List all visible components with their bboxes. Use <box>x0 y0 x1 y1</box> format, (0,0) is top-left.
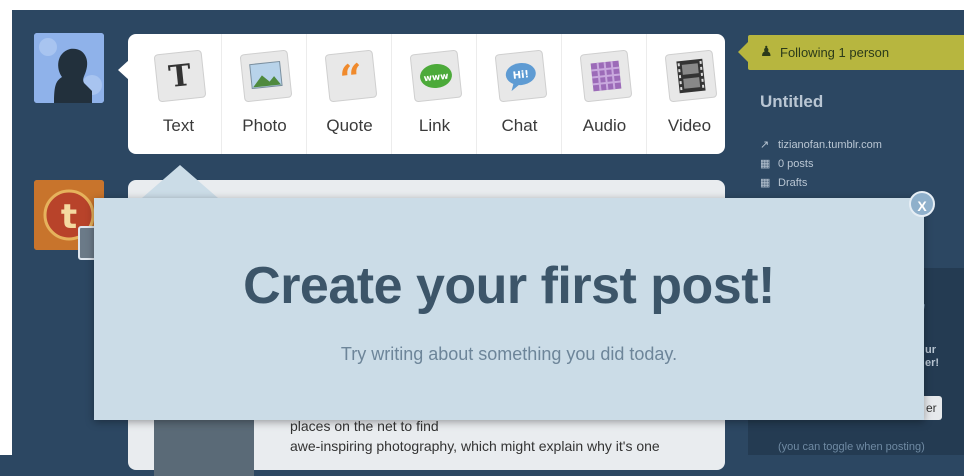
callout-headline: Create your first post! <box>243 257 775 315</box>
post-type-audio[interactable]: Audio <box>561 34 647 154</box>
left-frame <box>0 0 12 455</box>
document-icon: ▦ <box>760 158 771 170</box>
post-type-label: Quote <box>326 116 373 135</box>
chat-icon: Hi! <box>494 49 548 103</box>
post-type-bar: T Text Photo “ Quote www Link Hi! Chat A… <box>128 34 725 154</box>
post-type-photo[interactable]: Photo <box>221 34 307 154</box>
post-type-chat[interactable]: Hi! Chat <box>476 34 562 154</box>
blog-title[interactable]: Untitled <box>760 92 823 112</box>
user-avatar[interactable] <box>34 33 104 103</box>
text-icon: T <box>153 49 207 103</box>
post-type-label: Text <box>162 116 195 135</box>
callout-pointer <box>142 165 218 198</box>
post-thumbnail[interactable] <box>154 416 254 476</box>
top-frame <box>0 0 964 10</box>
audio-icon <box>579 49 633 103</box>
blog-url-link[interactable]: ↗ tizianofan.tumblr.com <box>760 138 882 151</box>
video-icon <box>664 49 718 103</box>
photo-icon <box>239 49 293 103</box>
close-button[interactable]: X <box>909 191 935 217</box>
toggle-note: (you can toggle when posting) <box>778 441 925 453</box>
callout-subtext: Try writing about something you did toda… <box>340 344 678 364</box>
svg-text:T: T <box>167 58 194 95</box>
following-badge[interactable]: ♟ Following 1 person <box>738 35 964 70</box>
external-link-icon: ↗ <box>760 139 770 151</box>
post-type-label: Chat <box>501 116 538 135</box>
document-icon: ▦ <box>760 177 771 189</box>
post-type-label: Link <box>418 116 451 135</box>
following-label: Following 1 person <box>780 45 890 60</box>
silhouette-icon <box>34 33 104 103</box>
post-type-quote[interactable]: “ Quote <box>306 34 392 154</box>
svg-text:t: t <box>61 197 77 237</box>
post-type-video[interactable]: Video <box>646 34 732 154</box>
svg-text:“: “ <box>337 55 365 101</box>
post-text-line: places on the net to find <box>290 418 439 434</box>
quote-icon: “ <box>324 49 378 104</box>
post-type-label: Video <box>667 116 712 135</box>
post-type-text[interactable]: T Text <box>136 34 221 154</box>
post-text-line: awe-inspiring photography, which might e… <box>290 438 660 454</box>
post-type-label: Audio <box>582 116 627 135</box>
post-type-link[interactable]: www Link <box>391 34 477 154</box>
svg-text:Hi!: Hi! <box>512 69 529 82</box>
post-type-label: Photo <box>242 116 287 135</box>
drafts-link[interactable]: ▦ Drafts <box>760 176 807 189</box>
person-icon: ♟ <box>760 43 773 59</box>
promo-text: ur er! <box>925 344 940 369</box>
posts-count-link[interactable]: ▦ 0 posts <box>760 157 813 170</box>
first-post-callout: Create your first post! Try writing abou… <box>94 198 924 420</box>
link-icon: www <box>409 49 463 103</box>
